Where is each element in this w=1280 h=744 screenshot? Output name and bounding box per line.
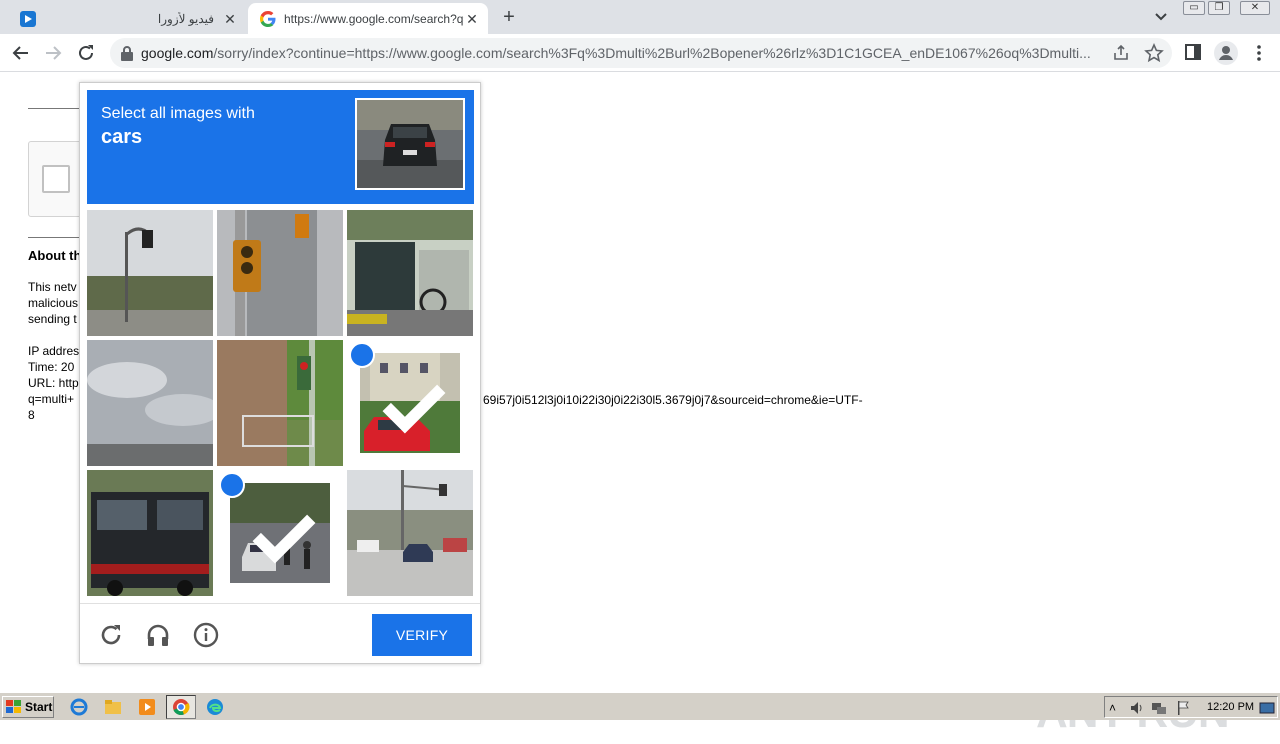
about-heading: About th	[28, 248, 82, 263]
info-line: This netv	[28, 280, 77, 294]
tab-search-chevron-icon[interactable]	[1152, 8, 1170, 26]
show-desktop-icon[interactable]	[1259, 700, 1275, 716]
taskbar-chrome-button[interactable]	[166, 695, 196, 719]
captcha-tile[interactable]	[347, 470, 473, 596]
url-line: q=multi+	[28, 392, 75, 406]
close-window-button[interactable]: ✕	[1240, 1, 1270, 15]
reload-icon[interactable]	[75, 42, 97, 64]
back-arrow-icon[interactable]	[10, 42, 32, 64]
car-rear-sample-picture	[357, 100, 463, 188]
traffic-light-picture	[217, 210, 343, 336]
volume-icon[interactable]	[1129, 700, 1145, 716]
minimize-window-button[interactable]: ▭	[1183, 1, 1205, 15]
info-line: sending t	[28, 312, 77, 326]
tab-google-search[interactable]: https://www.google.com/search?q= ✕	[248, 3, 488, 34]
captcha-tile[interactable]	[87, 470, 213, 596]
selected-check-icon	[349, 342, 446, 434]
bookmark-star-icon[interactable]	[1144, 43, 1164, 63]
close-tab-icon[interactable]: ✕	[464, 11, 480, 27]
show-hidden-icons-icon[interactable]: ˄	[1109, 700, 1125, 716]
instruction-text: Select all images with	[101, 105, 255, 122]
url-host: google.com	[141, 45, 214, 61]
more-menu-icon[interactable]	[1250, 42, 1268, 64]
action-center-flag-icon[interactable]	[1175, 700, 1191, 716]
challenge-header: Select all images with cars	[87, 90, 474, 204]
pedestrian-signal-picture	[217, 340, 343, 466]
road-junction-picture	[347, 470, 473, 596]
windows-taskbar: Start ˄ 12:20 PM	[0, 692, 1280, 720]
image-grid	[87, 210, 474, 597]
url-tail-text: 69i57j0i512l3j0i10i22i30j0i22i30l5.3679j…	[483, 393, 863, 407]
restore-window-button[interactable]: ❐	[1208, 1, 1230, 15]
url-path: /sorry/index?continue=https://www.google…	[213, 45, 1091, 61]
close-tab-icon[interactable]: ✕	[222, 11, 238, 27]
truck-picture	[87, 470, 213, 596]
challenge-footer: VERIFY	[80, 603, 480, 663]
target-object-text: cars	[101, 126, 143, 148]
url-text[interactable]: google.com/sorry/index?continue=https://…	[141, 45, 1101, 61]
start-button[interactable]: Start	[2, 696, 54, 718]
profile-avatar[interactable]	[1214, 41, 1238, 65]
info-line: malicious	[28, 296, 79, 310]
person-icon	[1219, 46, 1233, 60]
not-a-robot-checkbox[interactable]	[42, 165, 70, 193]
captcha-tile-selected[interactable]	[347, 340, 473, 466]
info-icon[interactable]	[193, 622, 219, 648]
file-explorer-icon[interactable]	[104, 698, 122, 716]
verify-button[interactable]: VERIFY	[372, 614, 472, 656]
address-bar[interactable]: google.com/sorry/index?continue=https://…	[110, 38, 1172, 68]
network-icon[interactable]	[1151, 700, 1167, 716]
forward-arrow-icon[interactable]	[42, 42, 64, 64]
internet-explorer-icon[interactable]	[70, 698, 88, 716]
tab-title: https://www.google.com/search?q=	[284, 11, 464, 26]
system-tray: ˄ 12:20 PM	[1104, 696, 1278, 718]
recaptcha-challenge: Select all images with cars VERIFY	[79, 82, 481, 664]
captcha-tile-selected[interactable]	[217, 470, 343, 596]
captcha-tile[interactable]	[217, 340, 343, 466]
captcha-tile[interactable]	[87, 210, 213, 336]
tab-video[interactable]: فيديو لأزورا ✕	[8, 3, 246, 34]
system-clock: 12:20 PM	[1207, 701, 1255, 713]
sample-image	[355, 98, 465, 190]
media-player-icon[interactable]	[138, 698, 156, 716]
start-label: Start	[25, 700, 53, 714]
browser-toolbar: google.com/sorry/index?continue=https://…	[0, 34, 1280, 72]
edge-icon[interactable]	[206, 698, 224, 716]
windows-logo-icon	[6, 700, 21, 713]
side-panel-icon[interactable]	[1184, 43, 1202, 61]
selected-check-icon	[219, 472, 316, 564]
url-line: 8	[28, 408, 35, 422]
video-player-favicon-icon	[20, 10, 36, 27]
cloudy-sky-picture	[87, 340, 213, 466]
tab-title: فيديو لأزورا	[157, 11, 214, 26]
reload-challenge-icon[interactable]	[98, 622, 124, 648]
street-lamp-picture	[87, 210, 213, 336]
captcha-tile[interactable]	[87, 340, 213, 466]
tab-strip: فيديو لأزورا ✕ https://www.google.com/se…	[0, 0, 1280, 34]
new-tab-button[interactable]: +	[498, 6, 520, 28]
storefront-bicycles-picture	[347, 210, 473, 336]
share-icon[interactable]	[1112, 44, 1130, 62]
time-line: Time: 20	[28, 360, 75, 374]
ip-line: IP addres	[28, 344, 80, 358]
captcha-tile[interactable]	[217, 210, 343, 336]
audio-challenge-headphones-icon[interactable]	[145, 622, 171, 648]
lock-icon[interactable]	[120, 45, 134, 61]
captcha-tile[interactable]	[347, 210, 473, 336]
google-g-favicon-icon	[260, 10, 276, 27]
url-line: URL: http	[28, 376, 79, 390]
chrome-icon	[173, 699, 190, 716]
